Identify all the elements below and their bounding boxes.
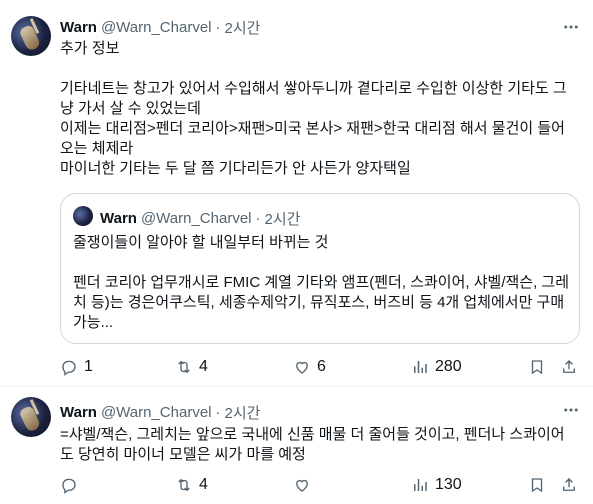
retweet-count: 4	[199, 476, 208, 493]
tweet-line: 기타네트는 창고가 있어서 수입해서 쌓아두니까 곁다리로 수입한 이상한 기타…	[60, 80, 567, 97]
quote-timestamp: 2시간	[264, 211, 301, 228]
views-count: 280	[435, 358, 462, 375]
share-icon	[563, 478, 575, 491]
tweet-line	[60, 59, 580, 79]
retweet-button[interactable]: 4	[175, 476, 208, 494]
retweet-button[interactable]: 4	[175, 358, 208, 376]
retweet-count: 4	[199, 358, 208, 375]
bookmark-icon	[531, 360, 543, 375]
reply-count: 1	[84, 358, 93, 375]
views-count: 130	[435, 476, 462, 493]
reply-icon	[62, 360, 76, 376]
like-count: 6	[317, 358, 326, 375]
share-button[interactable]	[560, 358, 578, 376]
tweet-line: 이제는 대리점>펜더 코리아>재팬>미국 본사> 재팬>한국 대리점 해서 물건…	[60, 120, 565, 137]
retweet-icon	[178, 478, 190, 492]
tweet-line: 냥 가서 살 수 있었는데	[60, 100, 201, 117]
views-icon	[414, 479, 427, 491]
tweet-line: 도 당연히 마이너 모델은 씨가 마를 예정	[60, 446, 306, 463]
quote-line: 줄쟁이들이 알아야 할 내일부터 바뀌는 것	[73, 234, 329, 251]
tweet-text: 추가 정보 기타네트는 창고가 있어서 수입해서 쌓아두니까 곁다리로 수입한 …	[60, 39, 580, 179]
tweet-header: Warn @Warn_Charvel · 2시간	[60, 402, 260, 423]
quote-author-handle: @Warn_Charvel	[140, 210, 252, 227]
reply-icon	[62, 478, 76, 494]
quote-line: 가능...	[73, 314, 114, 331]
quote-tweet[interactable]: Warn @Warn_Charvel · 2시간 줄쟁이들이 알아야 할 내일부…	[60, 193, 580, 344]
tweet[interactable]: Warn @Warn_Charvel · 2시간 추가 정보 기타네트는 창고가…	[0, 0, 593, 386]
author-name[interactable]: Warn	[60, 404, 97, 421]
share-icon	[563, 360, 575, 373]
author-name[interactable]: Warn	[60, 19, 97, 36]
more-icon[interactable]	[561, 18, 581, 38]
avatar[interactable]	[11, 397, 51, 437]
tweet-line: =샤벨/잭슨, 그레치는 앞으로 국내에 신품 매물 더 줄어들 것이고, 펜더…	[60, 426, 565, 443]
tweet-line: 오는 체제라	[60, 140, 134, 157]
tweet-line: 마이너한 기타는 두 달 쯤 기다리든가 안 사든가 양자택일	[60, 160, 411, 177]
bookmark-button[interactable]	[528, 358, 546, 376]
timestamp[interactable]: 2시간	[225, 402, 261, 423]
reply-button[interactable]: 1	[60, 358, 93, 376]
tweet-header: Warn @Warn_Charvel · 2시간	[60, 17, 260, 38]
quote-header: Warn @Warn_Charvel · 2시간	[100, 208, 300, 229]
quote-text: 줄쟁이들이 알아야 할 내일부터 바뀌는 것 펜더 코리아 업무개시로 FMIC…	[73, 233, 573, 333]
retweet-icon	[178, 360, 190, 374]
tweet-text: =샤벨/잭슨, 그레치는 앞으로 국내에 신품 매물 더 줄어들 것이고, 펜더…	[60, 425, 580, 465]
quote-line	[73, 253, 573, 273]
like-button[interactable]	[293, 476, 317, 494]
views-button[interactable]: 130	[411, 476, 462, 494]
heart-icon	[296, 361, 308, 374]
views-button[interactable]: 280	[411, 358, 462, 376]
separator-dot: ·	[215, 404, 221, 421]
separator-dot: ·	[255, 210, 261, 227]
avatar[interactable]	[11, 16, 51, 56]
quote-author-name: Warn	[100, 210, 137, 227]
bookmark-icon	[531, 478, 543, 493]
bookmark-button[interactable]	[528, 476, 546, 494]
author-handle[interactable]: @Warn_Charvel	[101, 404, 212, 421]
tweet[interactable]: Warn @Warn_Charvel · 2시간 =샤벨/잭슨, 그레치는 앞으…	[0, 387, 593, 504]
separator-dot: ·	[215, 19, 221, 36]
like-button[interactable]: 6	[293, 358, 326, 376]
quote-line: 치 등)는 경은어쿠스틱, 세종수제악기, 뮤직포스, 버즈비 등 4개 업체에…	[73, 294, 565, 311]
more-icon[interactable]	[561, 401, 581, 421]
tweet-line: 추가 정보	[60, 40, 120, 57]
heart-icon	[296, 479, 308, 492]
quote-line: 펜더 코리아 업무개시로 FMIC 계열 기타와 앰프(펜더, 스콰이어, 샤벨…	[73, 274, 570, 291]
author-handle[interactable]: @Warn_Charvel	[101, 19, 212, 36]
share-button[interactable]	[560, 476, 578, 494]
views-icon	[414, 361, 427, 373]
reply-button[interactable]	[60, 476, 84, 494]
quote-avatar	[73, 206, 93, 226]
timestamp[interactable]: 2시간	[225, 17, 261, 38]
